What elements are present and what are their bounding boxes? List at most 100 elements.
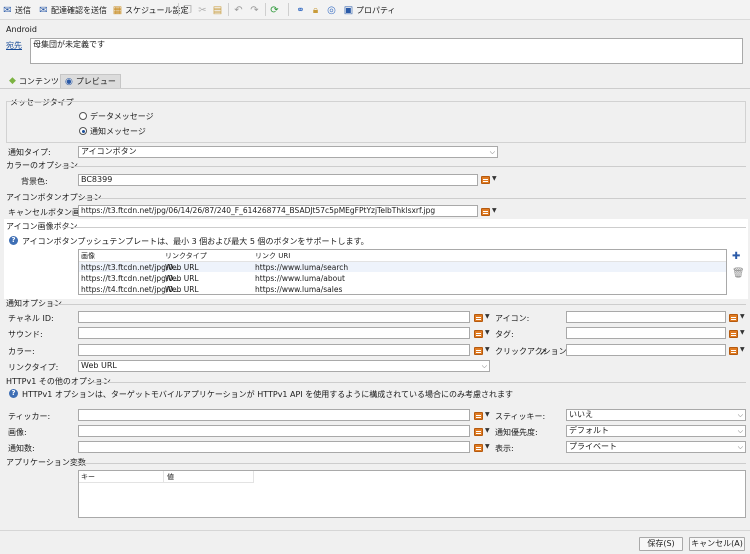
- calendar-icon: ▦: [112, 4, 123, 16]
- dropdown-arrow-icon: ▼: [492, 175, 497, 182]
- cancel-button[interactable]: キャンセル(A): [689, 537, 745, 551]
- link-type-select[interactable]: Web URL ⌵: [78, 360, 490, 372]
- expression-icon: [481, 176, 490, 184]
- chevron-down-icon: ⌵: [737, 443, 743, 451]
- background-color-field[interactable]: BC8399: [78, 174, 478, 186]
- target-value-field[interactable]: 母集団が未定義です: [30, 38, 743, 64]
- expression-icon: [481, 208, 490, 216]
- priority-select[interactable]: デフォルト ⌵: [566, 425, 746, 437]
- audit-button[interactable]: ◎: [326, 3, 337, 17]
- table-row[interactable]: https://t4.ftcdn.net/jpg/0... Web URL ht…: [79, 284, 726, 294]
- undo-icon: ↶: [234, 4, 243, 16]
- redo-button[interactable]: ↷: [249, 3, 260, 17]
- dropdown-arrow-icon: ▼: [485, 427, 490, 434]
- chevron-down-icon: ⌵: [737, 411, 743, 419]
- expression-icon: [474, 428, 483, 436]
- click-action-label: クリックアクション:: [495, 347, 570, 356]
- data-message-label: データメッセージ: [90, 112, 154, 121]
- audit-icon: ◎: [327, 4, 336, 16]
- channel-id-field[interactable]: [78, 311, 470, 323]
- toolbar: ✉ 送信 ✉ 配達確認を送信 ▦ スケジュール設定 ❐ ✂ ▤ ↶ ↷ ⟳ ⚭ …: [0, 0, 750, 20]
- expression-editor-button[interactable]: ▼: [474, 411, 490, 421]
- channel-id-label: チャネル ID:: [8, 314, 54, 323]
- table-row[interactable]: https://t3.ftcdn.net/jpg/0... Web URL ht…: [79, 273, 726, 283]
- link-button[interactable]: ⚭: [295, 3, 306, 17]
- cut-icon: ✂: [198, 4, 207, 16]
- dropdown-arrow-icon: ▼: [740, 329, 745, 336]
- paste-button[interactable]: ▤: [212, 3, 223, 17]
- expression-icon: [474, 412, 483, 420]
- table-row[interactable]: https://t3.ftcdn.net/jpg/0... Web URL ht…: [79, 262, 726, 272]
- visibility-select[interactable]: プライベート ⌵: [566, 441, 746, 453]
- properties-button[interactable]: ▣ プロパティ: [343, 3, 396, 17]
- envelope-icon: ✉: [3, 4, 12, 16]
- icon-field[interactable]: [566, 311, 726, 323]
- image-field[interactable]: [78, 425, 470, 437]
- icon-buttons-table: 画像 リンクタイプ リンク URI https://t3.ftcdn.net/j…: [78, 249, 727, 295]
- refresh-button[interactable]: ⟳: [269, 3, 280, 17]
- schedule-button[interactable]: ▦ スケジュール設定: [112, 3, 189, 17]
- expression-editor-button[interactable]: ▼: [481, 207, 497, 217]
- mouse-cursor-icon: ➚: [539, 347, 548, 358]
- eye-icon: ◉: [65, 76, 73, 87]
- notification-type-label: 通知タイプ:: [8, 148, 51, 157]
- delete-row-button[interactable]: 🗑︎: [732, 268, 745, 279]
- tag-field[interactable]: [566, 327, 726, 339]
- column-header-key: キー: [81, 473, 95, 481]
- tab-preview[interactable]: ◉ プレビュー: [60, 74, 121, 88]
- notification-count-field[interactable]: [78, 441, 470, 453]
- expression-editor-button[interactable]: ▼: [474, 313, 490, 323]
- expression-icon: [474, 314, 483, 322]
- expression-editor-button[interactable]: ▼: [729, 329, 745, 339]
- expression-editor-button[interactable]: ▼: [474, 346, 490, 356]
- add-icon: ✚: [732, 251, 741, 262]
- copy-icon: ❐: [183, 4, 192, 16]
- sound-field[interactable]: [78, 327, 470, 339]
- cancel-button-image-field[interactable]: https://t3.ftcdn.net/jpg/06/14/26/87/240…: [78, 205, 478, 217]
- copy-button[interactable]: ❐: [182, 3, 193, 17]
- undo-button[interactable]: ↶: [233, 3, 244, 17]
- notification-count-label: 通知数:: [8, 444, 35, 453]
- android-icon: ◆: [9, 76, 16, 86]
- proof-envelope-icon: ✉: [39, 4, 48, 16]
- add-row-button[interactable]: ✚: [732, 251, 740, 262]
- trash-icon: 🗑︎: [732, 268, 745, 279]
- expression-icon: [474, 347, 483, 355]
- visibility-label: 表示:: [495, 444, 514, 453]
- channel-label: Android: [6, 25, 37, 34]
- paste-icon: ▤: [212, 4, 223, 16]
- sticky-select[interactable]: いいえ ⌵: [566, 409, 746, 421]
- expression-editor-button[interactable]: ▼: [474, 443, 490, 453]
- expression-editor-button[interactable]: ▼: [729, 346, 745, 356]
- color-label: カラー:: [8, 347, 35, 356]
- ticker-field[interactable]: [78, 409, 470, 421]
- tag-label: タグ:: [495, 330, 514, 339]
- send-proof-button[interactable]: ✉ 配達確認を送信: [38, 3, 107, 17]
- click-action-field[interactable]: [566, 344, 726, 356]
- expression-editor-button[interactable]: ▼: [729, 313, 745, 323]
- notification-message-label: 通知メッセージ: [90, 127, 146, 136]
- radio-data-message[interactable]: [79, 112, 87, 120]
- tab-content[interactable]: ◆ コンテンツ: [5, 74, 63, 88]
- color-field[interactable]: [78, 344, 470, 356]
- send-button[interactable]: ✉ 送信: [2, 3, 31, 17]
- expression-editor-button[interactable]: ▼: [474, 329, 490, 339]
- link-type-label: リンクタイプ:: [8, 363, 59, 372]
- priority-label: 通知優先度:: [495, 428, 538, 437]
- sticky-label: スティッキー:: [495, 412, 546, 421]
- app-variables-table: キー 値: [78, 470, 746, 518]
- save-button[interactable]: 保存(S): [639, 537, 683, 551]
- dropdown-arrow-icon: ▼: [485, 411, 490, 418]
- expression-editor-button[interactable]: ▼: [481, 175, 497, 185]
- refresh-icon: ⟳: [270, 4, 279, 16]
- radio-notification-message[interactable]: [79, 127, 87, 135]
- expression-icon: [474, 330, 483, 338]
- cut-button[interactable]: ✂: [197, 3, 208, 17]
- target-link[interactable]: 宛先: [6, 40, 22, 51]
- expression-editor-button[interactable]: ▼: [474, 427, 490, 437]
- lock-button[interactable]: 🔒︎: [310, 3, 321, 17]
- sound-label: サウンド:: [8, 330, 43, 339]
- notification-type-select[interactable]: アイコンボタン ⌵: [78, 146, 498, 158]
- ticker-label: ティッカー:: [8, 412, 51, 421]
- chevron-down-icon: ⌵: [737, 427, 743, 435]
